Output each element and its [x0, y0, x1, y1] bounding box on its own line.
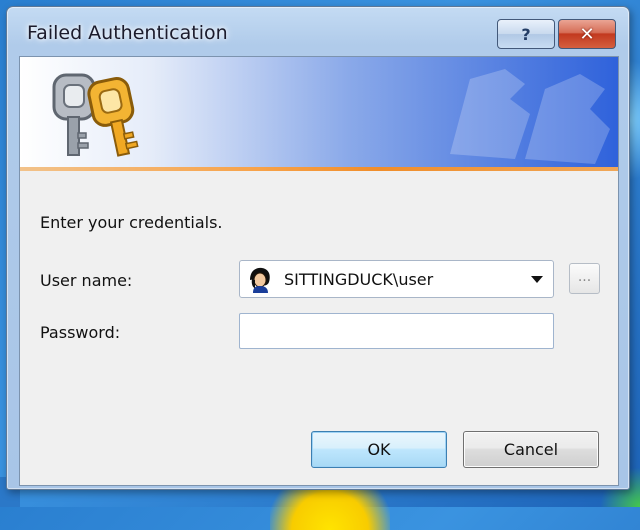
- password-label: Password:: [40, 323, 121, 342]
- cancel-button[interactable]: Cancel: [463, 431, 599, 468]
- chevron-down-icon[interactable]: [531, 276, 543, 283]
- ok-button[interactable]: OK: [311, 431, 447, 468]
- help-button[interactable]: ?: [497, 19, 555, 49]
- dialog-client-area: Enter your credentials. User name: SITTI…: [19, 56, 619, 486]
- username-label: User name:: [40, 271, 133, 290]
- dialog-banner: [20, 57, 618, 171]
- credentials-prompt: Enter your credentials.: [40, 213, 223, 232]
- credentials-dialog: Failed Authentication ? ✕ Enter your cre…: [6, 6, 630, 490]
- password-field[interactable]: [239, 313, 554, 349]
- user-avatar-icon: [247, 266, 273, 294]
- window-title: Failed Authentication: [27, 22, 228, 44]
- username-value: SITTINGDUCK\user: [284, 270, 434, 289]
- banner-accent-stripe: [20, 167, 618, 171]
- browse-accounts-button[interactable]: ...: [569, 263, 600, 294]
- keys-icon: [52, 73, 139, 157]
- close-button[interactable]: ✕: [558, 19, 616, 49]
- username-combobox[interactable]: SITTINGDUCK\user: [239, 260, 554, 298]
- banner-watermark-icon: [450, 69, 610, 164]
